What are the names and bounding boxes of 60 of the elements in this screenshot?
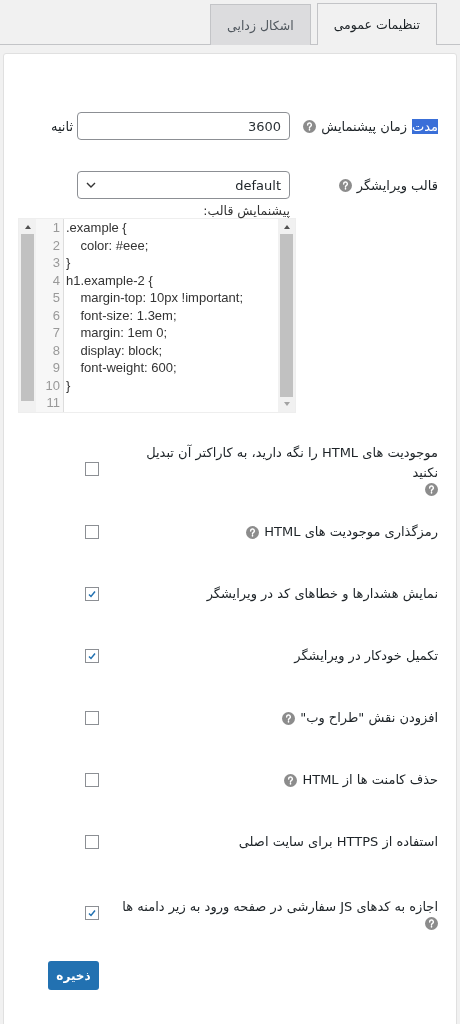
code-line: h1.example-2 { bbox=[66, 272, 153, 288]
line-number: 1 bbox=[51, 219, 60, 237]
checkbox[interactable] bbox=[85, 587, 99, 601]
scrollbar[interactable] bbox=[278, 219, 295, 412]
code-line: .example { bbox=[66, 220, 127, 235]
help-icon[interactable] bbox=[303, 119, 317, 133]
duration-input[interactable]: 3600 bbox=[77, 112, 290, 140]
checkbox[interactable] bbox=[85, 773, 99, 787]
code-line: display: block; bbox=[79, 342, 163, 358]
option-label: حذف کامنت ها از HTML bbox=[302, 771, 438, 790]
code-line: font-weight: 600; bbox=[79, 360, 177, 375]
checkbox[interactable] bbox=[85, 462, 99, 476]
help-icon[interactable] bbox=[246, 525, 260, 539]
preview-label: پیشنمایش قالب: bbox=[203, 203, 290, 218]
help-icon[interactable] bbox=[338, 179, 352, 192]
line-number: 5 bbox=[51, 289, 60, 307]
help-icon[interactable] bbox=[284, 773, 298, 787]
field-label: زمان پیشنمایش bbox=[321, 118, 407, 134]
line-number: 11 bbox=[45, 394, 60, 412]
code-line: } bbox=[66, 377, 71, 393]
help-icon[interactable] bbox=[282, 711, 296, 725]
option-label: نمایش هشدارها و خطاهای کد در ویرایشگر bbox=[206, 585, 438, 604]
option-label: اجازه به کدهای JS سفارشی در صفحه ورود به زیر دامنه ها bbox=[122, 897, 438, 917]
line-number: 7 bbox=[51, 324, 60, 342]
save-button[interactable]: ذخیره bbox=[48, 961, 99, 990]
tab[interactable]: اشکال زدایی bbox=[210, 4, 311, 45]
line-number: 6 bbox=[51, 306, 60, 324]
checkbox[interactable] bbox=[85, 525, 99, 539]
field-label: قالب ویرایشگر bbox=[356, 178, 438, 193]
help-icon[interactable] bbox=[425, 916, 438, 930]
chevron-down-icon bbox=[86, 182, 96, 188]
option-label: افزودن نقش "طراح وب" bbox=[300, 709, 438, 728]
checkbox[interactable] bbox=[85, 649, 99, 663]
checkmark-icon bbox=[87, 651, 97, 661]
code-line: color: #eee; bbox=[79, 237, 149, 253]
unit-label: ثانیه bbox=[50, 118, 73, 134]
line-number: 4 bbox=[51, 271, 60, 289]
option-label: رمزگذاری موجودیت های HTML bbox=[264, 523, 438, 542]
option-label: موجودیت های HTML را نگه دارید، به کاراکتر آن تبدیل نکنید bbox=[145, 443, 438, 482]
line-number: 9 bbox=[51, 359, 60, 377]
code-line: margin: 1em 0; bbox=[79, 325, 168, 340]
code-line: margin-top: 10px !important; bbox=[79, 290, 244, 305]
code-line: font-size: 1.3em; bbox=[79, 307, 177, 323]
checkmark-icon bbox=[87, 589, 97, 599]
checkbox[interactable] bbox=[85, 835, 99, 849]
selected-text: مدت bbox=[411, 118, 438, 134]
line-number: 2 bbox=[51, 236, 60, 254]
line-number: 10 bbox=[44, 376, 60, 394]
code-line: } bbox=[66, 255, 71, 270]
line-number: 3 bbox=[51, 254, 60, 272]
checkbox[interactable] bbox=[85, 906, 99, 920]
line-number: 8 bbox=[51, 341, 60, 359]
checkbox[interactable] bbox=[85, 711, 99, 725]
checkmark-icon bbox=[87, 908, 97, 918]
option-label: استفاده از HTTPS برای سایت اصلی bbox=[238, 833, 438, 852]
tab[interactable]: تنظیمات عمومی bbox=[316, 3, 437, 45]
theme-select[interactable]: default bbox=[77, 171, 290, 199]
scrollbar[interactable] bbox=[19, 219, 36, 412]
option-label: تکمیل خودکار در ویرایشگر bbox=[294, 647, 438, 666]
help-icon[interactable] bbox=[425, 482, 438, 496]
